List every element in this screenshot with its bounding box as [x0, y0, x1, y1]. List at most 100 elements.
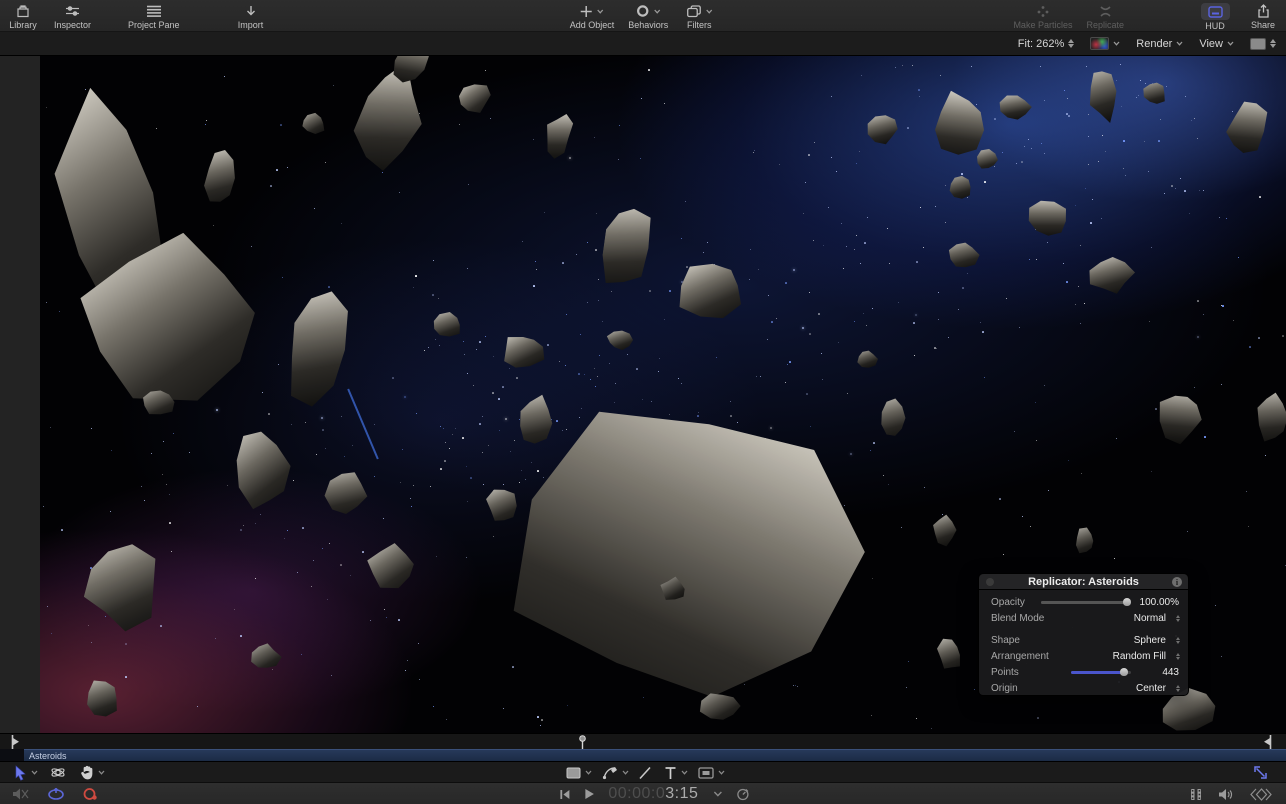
timecode-display[interactable]: 00:00:03:15	[608, 785, 698, 803]
audio-icon[interactable]	[1218, 788, 1234, 801]
channel-preview-control[interactable]	[1090, 37, 1120, 50]
project-pane-button[interactable]: Project Pane	[128, 0, 180, 30]
shape-tool[interactable]	[566, 762, 592, 783]
hud-close-icon[interactable]	[986, 578, 994, 586]
keyframe-navigator-icon[interactable]	[1250, 788, 1272, 801]
import-button[interactable]: Import	[234, 0, 268, 30]
bezier-tool[interactable]	[602, 762, 629, 783]
star	[493, 536, 494, 537]
origin-value[interactable]: Center	[1136, 683, 1166, 694]
popup-stepper-icon[interactable]	[1176, 637, 1180, 644]
star	[270, 185, 272, 187]
popup-stepper-icon[interactable]	[1176, 615, 1180, 622]
render-menu[interactable]: Render	[1136, 38, 1183, 50]
points-value[interactable]: 443	[1162, 667, 1179, 678]
add-object-button[interactable]: Add Object	[570, 0, 615, 30]
hud-button[interactable]: HUD	[1198, 0, 1232, 31]
mask-tool[interactable]	[698, 762, 725, 783]
points-slider-knob[interactable]	[1120, 668, 1128, 676]
hud-title-bar[interactable]: Replicator: Asteroids i	[979, 574, 1188, 590]
star	[433, 706, 434, 707]
star	[485, 70, 486, 71]
star	[883, 475, 884, 476]
star	[205, 124, 206, 125]
project-pane-label: Project Pane	[128, 20, 180, 30]
star	[440, 468, 442, 470]
star	[362, 551, 364, 553]
star	[808, 154, 810, 156]
star	[1191, 120, 1192, 121]
make-particles-button[interactable]: Make Particles	[1013, 0, 1072, 30]
opacity-slider[interactable]	[1041, 601, 1127, 604]
filters-button[interactable]: Filters	[682, 0, 716, 30]
opacity-slider-knob[interactable]	[1123, 598, 1131, 606]
paint-stroke-tool[interactable]	[638, 762, 652, 783]
layout-control[interactable]	[1250, 38, 1276, 50]
star	[999, 498, 1001, 500]
star	[1197, 300, 1199, 302]
star	[46, 107, 47, 108]
star	[440, 426, 441, 427]
behaviors-button[interactable]: Behaviors	[628, 0, 668, 30]
timer-icon[interactable]	[736, 788, 749, 801]
star	[473, 385, 474, 386]
popup-stepper-icon[interactable]	[1176, 685, 1180, 692]
inspector-button[interactable]: Inspector	[54, 0, 91, 30]
shape-value[interactable]: Sphere	[1134, 635, 1166, 646]
chevron-down-icon[interactable]	[713, 791, 722, 797]
layout-stepper-icon[interactable]	[1270, 39, 1276, 48]
star	[1180, 178, 1181, 179]
opacity-value[interactable]: 100.00%	[1140, 597, 1179, 608]
star	[770, 427, 772, 429]
record-keyframes-icon[interactable]	[82, 787, 98, 801]
library-button[interactable]: Library	[6, 0, 40, 30]
star	[1121, 106, 1122, 107]
mini-timeline[interactable]	[0, 733, 1286, 749]
star	[341, 416, 342, 417]
points-slider[interactable]	[1071, 671, 1131, 674]
star	[416, 413, 417, 414]
previous-frame-icon[interactable]	[559, 789, 570, 800]
loop-playback-icon[interactable]	[47, 788, 65, 801]
replicate-button[interactable]: Replicate	[1086, 0, 1124, 30]
star	[541, 719, 543, 721]
zoom-stepper-icon[interactable]	[1068, 39, 1074, 48]
star	[482, 416, 483, 417]
star	[703, 252, 704, 253]
star	[533, 139, 534, 140]
view-menu[interactable]: View	[1199, 38, 1234, 50]
star	[1044, 385, 1045, 386]
star	[509, 368, 510, 369]
star	[730, 415, 732, 417]
asteroid	[1219, 92, 1276, 163]
info-icon[interactable]: i	[1172, 577, 1182, 587]
filmstrip-icon[interactable]	[1190, 788, 1202, 801]
blend-mode-value[interactable]: Normal	[1134, 613, 1166, 624]
hud-panel: Replicator: Asteroids i Opacity 100.00% …	[978, 573, 1189, 696]
star	[1028, 139, 1029, 140]
arrangement-value[interactable]: Random Fill	[1113, 651, 1166, 662]
star	[438, 298, 439, 299]
asteroid	[589, 192, 660, 297]
pan-tool[interactable]	[80, 762, 105, 783]
star	[867, 217, 868, 218]
play-icon[interactable]	[584, 788, 594, 800]
star	[566, 429, 567, 430]
star	[920, 207, 921, 208]
popup-stepper-icon[interactable]	[1176, 653, 1180, 660]
asteroids-layer-bar[interactable]: Asteroids	[24, 749, 1286, 761]
text-tool[interactable]	[664, 762, 688, 783]
resize-timeline-control[interactable]	[1253, 762, 1268, 783]
audio-mute-icon[interactable]	[12, 787, 30, 801]
star	[1149, 321, 1150, 322]
transform-3d-tool[interactable]	[50, 762, 66, 783]
transform-3d-icon	[50, 765, 66, 780]
make-particles-icon	[1036, 3, 1050, 19]
star	[1006, 298, 1007, 299]
star	[436, 556, 437, 557]
share-button[interactable]: Share	[1246, 0, 1280, 30]
select-tool[interactable]	[14, 762, 38, 783]
import-icon	[245, 3, 257, 19]
zoom-fit-control[interactable]: Fit: 262%	[1018, 38, 1074, 50]
star	[906, 687, 907, 688]
